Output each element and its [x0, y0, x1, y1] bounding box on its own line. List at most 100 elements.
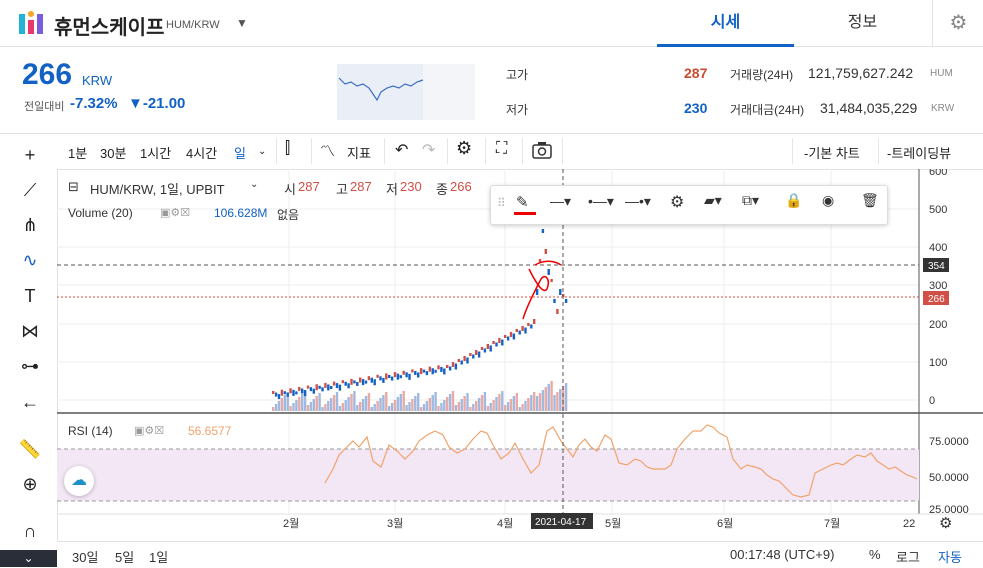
delete-trash-icon[interactable]: 🗑	[861, 192, 879, 209]
axis-settings-gear-icon[interactable]: ⚙	[939, 515, 952, 532]
fullscreen-icon[interactable]: ⛶	[496, 140, 507, 158]
volume-bar	[318, 393, 321, 411]
candle	[350, 378, 353, 385]
line-style-end-icon[interactable]: ―•▾	[625, 193, 651, 210]
volume-bar	[364, 396, 368, 411]
price-axis-tick: 500	[929, 204, 947, 216]
price-axis-tick: 200	[929, 319, 947, 331]
tab-info[interactable]: 정보	[794, 0, 931, 46]
brush-icon[interactable]: ∿	[18, 248, 42, 272]
volume-bar	[332, 395, 336, 411]
pattern-icon[interactable]: ⋈	[18, 319, 42, 343]
collapse-toolbar-icon[interactable]: ⌄	[0, 550, 57, 567]
collapse-legend-icon[interactable]: ⊟	[68, 179, 79, 195]
pencil-color-icon[interactable]: ✎	[516, 193, 529, 211]
volume-bar	[443, 400, 446, 411]
rsi-axis-tick: 50.0000	[929, 472, 969, 484]
lock-icon[interactable]: 🔒	[785, 192, 802, 209]
range-5d[interactable]: 5일	[115, 547, 134, 566]
drawing-settings-gear-icon[interactable]: ⚙	[670, 192, 684, 212]
candle	[376, 374, 379, 378]
visibility-eye-icon[interactable]: ◉	[822, 192, 834, 209]
rsi-legend-controls-icon[interactable]: ▣⚙☒	[134, 424, 164, 437]
volume-legend[interactable]: Volume (20)	[68, 206, 133, 220]
interval-1m[interactable]: 1분	[68, 143, 87, 162]
text-tool-icon[interactable]: T	[18, 284, 42, 308]
crosshair-icon[interactable]: +	[18, 143, 42, 167]
tradingview-logo-icon[interactable]: ☁	[64, 466, 94, 496]
symbol-legend[interactable]: HUM/KRW, 1일, UPBIT	[90, 179, 225, 198]
candle	[564, 299, 568, 303]
volume-bar	[289, 406, 292, 411]
volume-bar	[541, 390, 545, 411]
coin-dropdown-icon[interactable]: ▼	[236, 16, 248, 30]
trendline-icon[interactable]: ⟋	[18, 178, 42, 202]
ruler-icon[interactable]: 📏	[18, 437, 42, 461]
clone-icon[interactable]: ⧉▾	[742, 192, 759, 209]
candle	[289, 388, 292, 394]
volume-value: 121,759,627.242	[808, 65, 914, 81]
volume-bar	[356, 405, 359, 411]
crosshair-price-tag: 354	[928, 261, 945, 272]
screenshot-camera-icon[interactable]	[532, 141, 552, 159]
volume-bar	[524, 401, 527, 411]
interval-4h[interactable]: 4시간	[186, 143, 217, 162]
candle	[460, 360, 463, 365]
volume-bar	[405, 405, 408, 411]
rsi-legend[interactable]: RSI (14)	[68, 424, 113, 438]
volume-bar	[295, 400, 298, 411]
clock-display[interactable]: 00:17:48 (UTC+9)	[730, 547, 834, 562]
interval-30m[interactable]: 30분	[100, 143, 126, 162]
volume-legend-controls-icon[interactable]: ▣⚙☒	[160, 206, 190, 219]
indicator-button[interactable]: 지표	[347, 143, 371, 162]
tradingview-button[interactable]: -트레이딩뷰	[887, 143, 951, 162]
interval-dropdown-icon[interactable]: ⌄	[258, 146, 266, 157]
line-style-start-icon[interactable]: •―▾	[588, 193, 614, 210]
time-axis-tick: 6월	[717, 517, 733, 530]
template-icon[interactable]: ▰▾	[704, 192, 722, 209]
back-arrow-icon[interactable]: ←	[18, 390, 42, 414]
measure-icon[interactable]: ⊶	[18, 354, 42, 378]
zoom-in-icon[interactable]: ⊕	[18, 472, 42, 496]
interval-day[interactable]: 일	[234, 143, 246, 162]
volume-bar	[425, 401, 429, 411]
volume-bar	[370, 407, 373, 411]
undo-icon[interactable]: ↶	[395, 140, 408, 160]
volume-bar	[495, 397, 498, 411]
candle	[454, 363, 458, 370]
volume-bar	[373, 404, 376, 411]
indicator-icon[interactable]: 〽	[320, 140, 335, 161]
volume-bar	[280, 398, 284, 411]
line-width-icon[interactable]: ―▾	[550, 193, 571, 210]
volume-bar	[396, 397, 400, 411]
auto-toggle[interactable]: 자동	[938, 547, 962, 566]
legend-dropdown-icon[interactable]: ⌄	[250, 179, 258, 190]
magnet-icon[interactable]: ∩	[18, 519, 42, 543]
redo-icon[interactable]: ↷	[422, 140, 435, 160]
volume-bar	[466, 393, 469, 411]
candle	[506, 336, 510, 341]
ohlc-close-value: 266	[450, 179, 472, 194]
bottom-toolbar	[57, 541, 983, 568]
candle-style-icon[interactable]: ⫿	[285, 140, 290, 158]
volume-bar	[419, 407, 423, 411]
basic-chart-button[interactable]: -기본 차트	[804, 143, 860, 162]
tab-price[interactable]: 시세	[657, 0, 794, 47]
volume-bar	[533, 392, 536, 411]
drag-handle-icon[interactable]: ⠿	[497, 196, 506, 210]
interval-1h[interactable]: 1시간	[140, 143, 171, 162]
candle	[324, 382, 327, 388]
log-toggle[interactable]: 로그	[896, 547, 920, 566]
volume-bar	[469, 407, 472, 411]
range-1d[interactable]: 1일	[149, 547, 168, 566]
volume-bar	[408, 402, 411, 411]
candle	[338, 384, 342, 391]
percent-toggle[interactable]: %	[869, 547, 881, 562]
volume-bar	[564, 383, 568, 411]
chart-settings-gear-icon[interactable]: ⚙	[456, 138, 472, 159]
pitchfork-icon[interactable]: ⋔	[18, 213, 42, 237]
range-30d[interactable]: 30일	[72, 547, 98, 566]
volume-bar	[298, 397, 301, 411]
ohlc-high-label: 고	[336, 182, 348, 197]
settings-gear-icon[interactable]: ⚙	[932, 0, 983, 46]
